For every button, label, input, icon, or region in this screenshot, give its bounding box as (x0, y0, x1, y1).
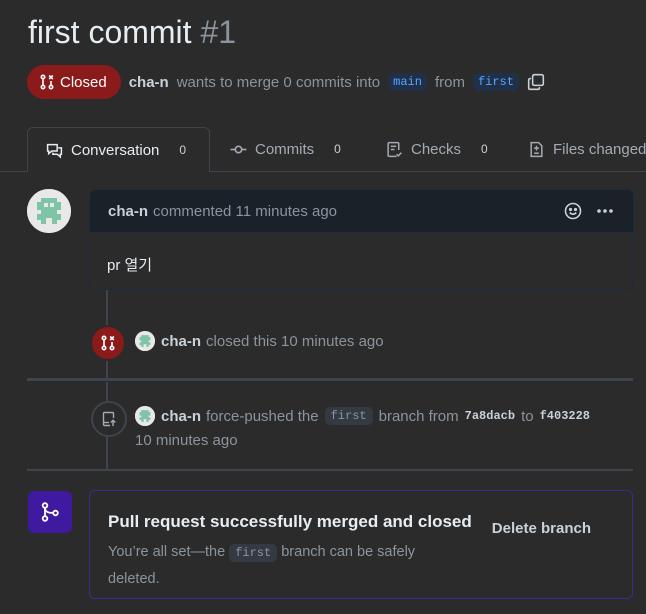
tab-checks-count: 0 (481, 142, 488, 156)
git-merge-icon (39, 501, 61, 523)
comment-header: cha-n commented 11 minutes ago (90, 190, 633, 233)
merge-text: wants to merge 0 commits into (176, 73, 381, 91)
merge-desc-branch[interactable]: first (229, 544, 278, 562)
force-push-event-badge (91, 401, 127, 437)
pr-author-link[interactable]: cha-n (129, 74, 169, 91)
comment-actions (563, 201, 615, 221)
tab-commits-count: 0 (334, 142, 341, 156)
smiley-icon[interactable] (563, 201, 583, 221)
tab-conversation[interactable]: Conversation 0 (27, 127, 210, 172)
git-pull-request-closed-icon (39, 74, 55, 90)
tab-commits[interactable]: Commits 0 (230, 127, 341, 171)
force-push-text: force-pushed the (206, 407, 319, 425)
tab-files-changed[interactable]: Files changed (528, 127, 646, 171)
tab-checks[interactable]: Checks 0 (386, 127, 488, 171)
comment-body: pr 열기 (107, 257, 153, 274)
to-sha-link[interactable]: f403228 (540, 409, 590, 423)
merge-desc-text-1: You’re all set—the (108, 544, 226, 560)
pr-title: first commit #1 (28, 14, 236, 51)
tab-files-changed-label: Files changed (553, 140, 646, 158)
merge-status-box: Pull request successfully merged and clo… (89, 490, 633, 599)
force-push-event: cha-n force-pushed the first branch from… (135, 406, 590, 426)
timeline-divider (27, 469, 633, 471)
tab-commits-label: Commits (255, 140, 315, 158)
force-push-branch[interactable]: first (324, 407, 373, 425)
delete-branch-button[interactable]: Delete branch (486, 519, 597, 538)
comment-meta[interactable]: commented 11 minutes ago (153, 203, 337, 220)
comment-discussion-icon (46, 142, 63, 159)
merge-status-badge (28, 491, 72, 533)
base-branch-link[interactable]: main (388, 73, 427, 91)
event-author-link[interactable]: cha-n (161, 333, 201, 350)
checklist-icon (386, 141, 403, 158)
comment-box: cha-n commented 11 minutes ago pr 열기 (89, 189, 634, 290)
kebab-horizontal-icon[interactable] (595, 201, 615, 221)
closed-event: cha-n closed this 10 minutes ago (135, 331, 384, 351)
pr-number: #1 (200, 14, 237, 50)
avatar[interactable] (135, 331, 155, 351)
status-badge-label: Closed (60, 73, 107, 91)
pr-title-text: first commit (28, 14, 192, 50)
comment-author-link[interactable]: cha-n (108, 203, 148, 220)
tab-conversation-label: Conversation (71, 141, 160, 159)
pr-tabs: Conversation 0 Commits 0 Checks 0 Files … (0, 127, 646, 172)
status-badge: Closed (27, 65, 121, 99)
tab-checks-label: Checks (411, 140, 462, 158)
tab-conversation-count: 0 (179, 143, 187, 157)
copy-icon[interactable] (527, 73, 545, 91)
event-author-link[interactable]: cha-n (161, 408, 201, 425)
file-diff-icon (528, 141, 545, 158)
to-text: to (521, 407, 534, 425)
force-push-time-text[interactable]: 10 minutes ago (135, 432, 238, 449)
timeline-divider (27, 378, 633, 381)
merge-status-desc: You’re all set—the first branch can be s… (108, 539, 458, 592)
repo-push-icon (101, 411, 117, 427)
from-text: from (434, 73, 465, 91)
force-push-branch-from-text: branch from (378, 407, 459, 425)
git-pull-request-closed-icon (100, 335, 116, 351)
merge-status-title: Pull request successfully merged and clo… (108, 512, 472, 531)
pr-status-line: Closed cha-n wants to merge 0 commits in… (27, 65, 545, 99)
avatar[interactable] (135, 406, 155, 426)
avatar[interactable] (27, 189, 71, 233)
closed-event-text: closed this 10 minutes ago (206, 332, 384, 350)
head-branch-link[interactable]: first (472, 73, 519, 91)
force-push-time[interactable]: 10 minutes ago (135, 432, 238, 449)
closed-event-badge (90, 325, 126, 361)
from-sha-link[interactable]: 7a8dacb (465, 409, 515, 423)
git-commit-icon (230, 141, 247, 158)
